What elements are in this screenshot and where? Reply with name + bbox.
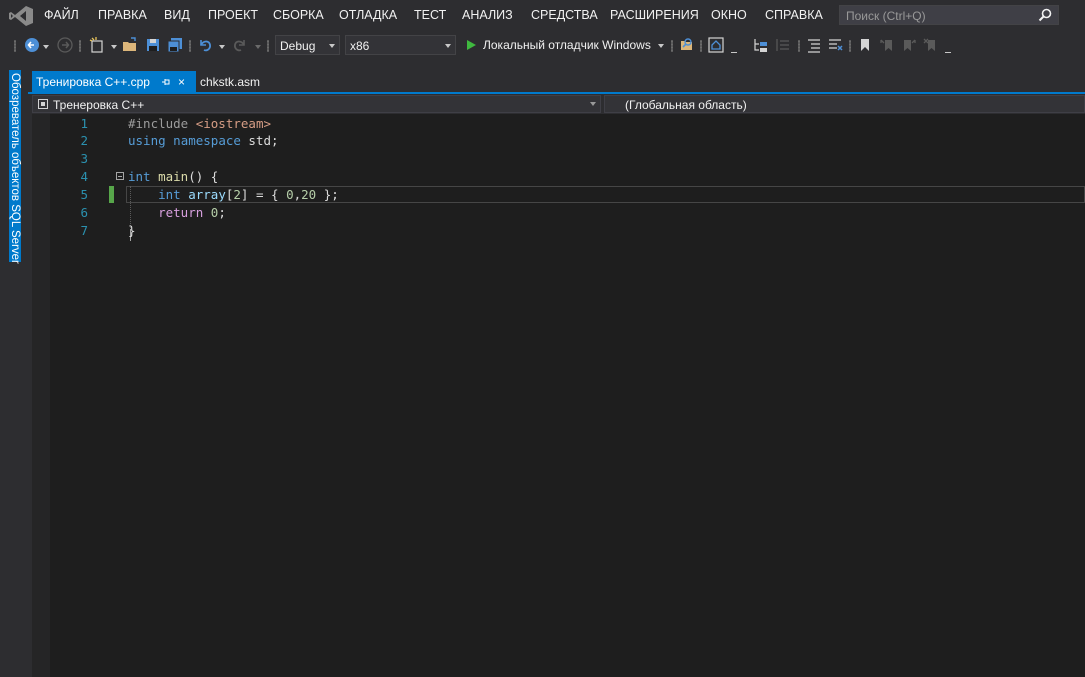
close-icon[interactable]: ×: [178, 75, 185, 89]
toolbar-grip[interactable]: [700, 40, 702, 52]
uncomment-lines-icon[interactable]: [827, 37, 843, 53]
collapse-minus-glyph: [118, 176, 122, 177]
bookmark-icon[interactable]: [857, 37, 873, 53]
open-file-icon[interactable]: [122, 37, 138, 53]
line-number: 6: [80, 205, 88, 220]
chevron-down-icon: [590, 102, 596, 106]
search-placeholder: Поиск (Ctrl+Q): [846, 9, 926, 23]
solution-explorer-home-icon[interactable]: [708, 37, 724, 53]
toolbar-overflow-icon[interactable]: [731, 48, 737, 53]
project-dropdown[interactable]: Тренеровка C++: [32, 95, 601, 113]
code-line[interactable]: int array[2] = { 0,20 };: [128, 187, 339, 202]
scope-dropdown[interactable]: (Глобальная область): [604, 95, 1085, 113]
scope-name: (Глобальная область): [625, 98, 747, 112]
chevron-down-icon: [445, 44, 451, 48]
chevron-down-icon: [329, 44, 335, 48]
save-all-icon[interactable]: [167, 37, 183, 53]
code-line[interactable]: using namespace std;: [128, 133, 279, 148]
toolbar-grip[interactable]: [79, 40, 81, 52]
project-icon: [38, 99, 48, 109]
menu-edit[interactable]: ПРАВКА: [98, 8, 147, 22]
line-number: 5: [80, 187, 88, 202]
side-tab-label: Обозреватель объектов SQL Server: [9, 73, 21, 264]
undo-icon[interactable]: [197, 37, 213, 53]
new-dropdown-arrow-icon[interactable]: [111, 45, 117, 49]
tab-active-document[interactable]: Тренировка C++.cpp ×: [32, 71, 196, 92]
menu-bar: ФАЙЛ ПРАВКА ВИД ПРОЕКТ СБОРКА ОТЛАДКА ТЕ…: [0, 0, 1085, 31]
line-number: 1: [80, 116, 88, 131]
toolbar-grip[interactable]: [849, 40, 851, 52]
line-number: 3: [80, 151, 88, 166]
menu-test[interactable]: ТЕСТ: [414, 8, 446, 22]
new-project-icon[interactable]: [89, 37, 105, 53]
navigate-back-icon[interactable]: [24, 37, 40, 53]
toolbar-grip[interactable]: [267, 40, 269, 52]
code-line[interactable]: }: [128, 223, 136, 238]
code-line[interactable]: int main() {: [128, 169, 218, 184]
play-icon: [467, 40, 476, 50]
next-bookmark-icon[interactable]: [901, 37, 917, 53]
menu-project[interactable]: ПРОЕКТ: [208, 8, 258, 22]
toolbar-grip[interactable]: [798, 40, 800, 52]
toolbar-grip[interactable]: [14, 40, 16, 52]
menu-view[interactable]: ВИД: [164, 8, 190, 22]
solution-platform-dropdown[interactable]: x86: [345, 35, 456, 55]
menu-file[interactable]: ФАЙЛ: [44, 8, 79, 22]
undo-dropdown-arrow-icon[interactable]: [219, 45, 225, 49]
tab-label: Тренировка C++.cpp: [36, 75, 150, 89]
save-icon[interactable]: [145, 37, 161, 53]
chevron-down-icon: [658, 44, 664, 48]
platform-value: x86: [350, 39, 370, 53]
line-number: 7: [80, 223, 88, 238]
menu-build[interactable]: СБОРКА: [273, 8, 324, 22]
change-tracking-bar: [109, 186, 114, 203]
project-name: Тренеровка C++: [53, 98, 145, 112]
run-label: Локальный отладчик Windows: [483, 38, 651, 52]
back-dropdown-arrow-icon[interactable]: [43, 45, 49, 49]
find-in-files-icon[interactable]: [679, 37, 695, 53]
toolbar-overflow-icon[interactable]: [945, 48, 951, 53]
menu-tools[interactable]: СРЕДСТВА: [531, 8, 598, 22]
menu-debug[interactable]: ОТЛАДКА: [339, 8, 397, 22]
navigate-forward-icon[interactable]: [57, 37, 73, 53]
menu-help[interactable]: СПРАВКА: [765, 8, 823, 22]
quick-launch-search[interactable]: Поиск (Ctrl+Q): [839, 5, 1059, 25]
redo-dropdown-arrow-icon[interactable]: [255, 45, 261, 49]
toolbar-grip[interactable]: [671, 40, 673, 52]
start-debugging-button[interactable]: Локальный отладчик Windows: [462, 35, 667, 55]
solution-configuration-dropdown[interactable]: Debug: [275, 35, 340, 55]
clear-bookmarks-icon[interactable]: [923, 37, 939, 53]
code-line[interactable]: #include <iostream>: [128, 116, 271, 131]
indicator-margin: [32, 114, 50, 677]
previous-bookmark-icon[interactable]: [879, 37, 895, 53]
comment-lines-icon[interactable]: [806, 37, 822, 53]
toggle-outlining-icon[interactable]: [775, 37, 791, 53]
search-icon[interactable]: [1038, 8, 1052, 22]
menu-extensions[interactable]: РАСШИРЕНИЯ: [610, 8, 699, 22]
toolbar-grip[interactable]: [189, 40, 191, 52]
redo-icon[interactable]: [232, 37, 248, 53]
standard-toolbar: Debug x86 Локальный отладчик Windows: [0, 31, 1085, 61]
class-view-icon[interactable]: [753, 37, 769, 53]
tab-chkstk-asm[interactable]: chkstk.asm: [200, 75, 260, 89]
line-number: 4: [80, 169, 88, 184]
configuration-value: Debug: [280, 39, 316, 53]
code-line[interactable]: return 0;: [128, 205, 226, 220]
pin-icon[interactable]: [161, 77, 171, 87]
menu-analyze[interactable]: АНАЛИЗ: [462, 8, 513, 22]
visual-studio-logo-icon[interactable]: [8, 5, 34, 27]
menu-window[interactable]: ОКНО: [711, 8, 747, 22]
line-number: 2: [80, 133, 88, 148]
